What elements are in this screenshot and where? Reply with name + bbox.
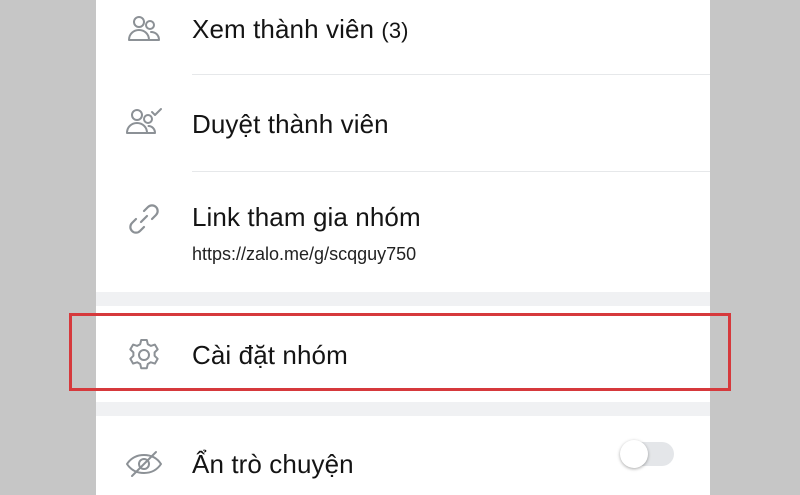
member-count: (3) (381, 18, 409, 43)
members-icon (124, 10, 164, 50)
hide-chat-label: Ẩn trò chuyện (192, 449, 354, 479)
hide-chat-toggle[interactable] (620, 440, 674, 468)
group-settings-item[interactable]: Cài đặt nhóm (96, 306, 710, 402)
link-icon (124, 199, 164, 239)
join-link-label: Link tham gia nhóm (192, 202, 421, 232)
eye-off-icon (124, 444, 164, 484)
toggle-knob (620, 440, 648, 468)
section-gap (96, 402, 710, 416)
section-gap (96, 292, 710, 306)
gear-icon (124, 335, 164, 375)
join-link-url[interactable]: https://zalo.me/g/scqguy750 (192, 244, 416, 265)
approve-members-item[interactable]: Duyệt thành viên (96, 75, 710, 172)
join-link-item[interactable]: Link tham gia nhóm https://zalo.me/g/scq… (96, 172, 710, 292)
approve-members-label: Duyệt thành viên (192, 109, 389, 139)
group-options-panel: Xem thành viên (3) Duyệt thành viên Link… (96, 0, 710, 495)
screen: Xem thành viên (3) Duyệt thành viên Link… (0, 0, 800, 495)
hide-chat-item[interactable]: Ẩn trò chuyện (96, 416, 710, 495)
view-members-item[interactable]: Xem thành viên (3) (96, 0, 710, 75)
group-settings-label: Cài đặt nhóm (192, 340, 348, 370)
members-check-icon (124, 103, 164, 143)
view-members-label: Xem thành viên (3) (192, 14, 409, 45)
view-members-text: Xem thành viên (192, 14, 375, 44)
